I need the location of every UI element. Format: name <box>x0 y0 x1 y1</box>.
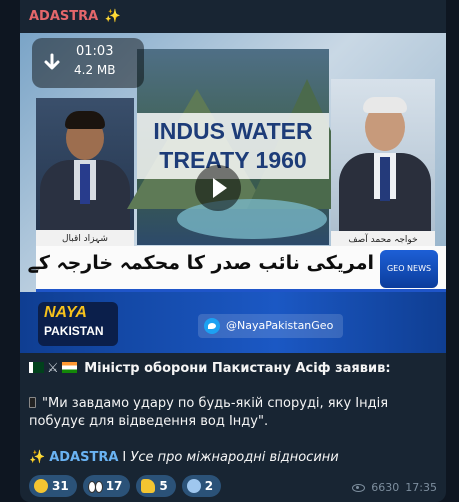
post-quote-text: "Ми завдамо удару по будь-якій споруді, … <box>29 396 389 429</box>
reaction-count: 31 <box>52 479 69 493</box>
pakistan-flag-icon <box>29 362 44 373</box>
treaty-title-line1: INDUS WATER <box>153 118 313 144</box>
download-arrow-icon[interactable] <box>40 52 64 76</box>
post-headline-text: Міністр оборони Пакистану Асіф заявив: <box>84 361 391 376</box>
phone-icon <box>29 397 36 408</box>
reaction-thumbs-up[interactable]: 5 <box>136 475 176 497</box>
reactions-bar: 31 17 5 2 <box>29 475 222 497</box>
video-size: 4.2 MB <box>74 63 116 77</box>
signature-tagline: Усе про міжнародні відносини <box>130 450 339 465</box>
reaction-laugh[interactable]: 31 <box>29 475 77 497</box>
news-ticker: امریکی نائب صدر کا محکمہ خارجہ کے موقف ک… <box>20 246 446 292</box>
channel-name[interactable]: ADASTRA ✨ <box>29 9 121 24</box>
video-duration: 01:03 <box>76 44 114 59</box>
anchor-portrait: شہزاد اقبال <box>36 98 134 248</box>
twitter-icon <box>204 318 220 334</box>
guest-tie <box>380 157 390 201</box>
signature-channel-link[interactable]: ADASTRA <box>49 450 118 465</box>
post-quote: "Ми завдамо удару по будь-якій споруді, … <box>29 395 437 431</box>
post-headline: ⚔ Міністр оборони Пакистану Асіф заявив: <box>29 360 437 378</box>
view-count: 6630 <box>371 481 400 494</box>
views-eye-icon <box>352 483 366 492</box>
india-flag-icon <box>61 362 77 373</box>
guest-hair <box>363 97 407 113</box>
geo-news-logo: GEO NEWS <box>380 250 438 288</box>
show-banner: NAYA PAKISTAN @NayaPakistanGeo <box>20 292 446 353</box>
ticker-text: امریکی نائب صدر کا محکمہ خارجہ کے موقف ک… <box>20 252 374 274</box>
social-handle: @NayaPakistanGeo <box>198 314 344 338</box>
show-logo-line1: NAYA <box>44 304 87 321</box>
reaction-count: 2 <box>204 479 214 493</box>
river-shape <box>177 199 327 239</box>
show-logo-line2: PAKISTAN <box>44 324 104 338</box>
reaction-count: 5 <box>159 479 168 493</box>
sparkle-icon: ✨ <box>29 450 46 465</box>
eyes-emoji-icon <box>87 479 103 493</box>
channel-post: ADASTRA ✨ شہزاد اقبال INDUS WATER TREATY… <box>20 0 446 502</box>
download-badge[interactable]: 01:03 4.2 MB <box>32 38 144 88</box>
reaction-count: 17 <box>105 479 123 493</box>
telegram-chat: ADASTRA ✨ شہزاد اقبال INDUS WATER TREATY… <box>0 0 459 502</box>
play-icon[interactable] <box>195 165 241 211</box>
post-signature: ✨ ADASTRA I Усе про міжнародні відносини <box>29 449 437 467</box>
social-handle-text: @NayaPakistanGeo <box>226 319 334 332</box>
naya-pakistan-logo: NAYA PAKISTAN <box>38 302 118 346</box>
reaction-eyes[interactable]: 17 <box>82 475 131 497</box>
sparkle-icon: ✨ <box>104 9 121 24</box>
treaty-graphic: INDUS WATER TREATY 1960 <box>127 49 367 245</box>
crossed-swords-icon: ⚔ <box>47 361 59 376</box>
channel-name-text: ADASTRA <box>29 9 99 24</box>
guest-portrait: خواجہ محمد آصف <box>331 79 435 249</box>
laugh-emoji-icon <box>34 479 48 493</box>
anchor-tie <box>80 164 90 204</box>
treaty-title: INDUS WATER TREATY 1960 <box>137 113 329 179</box>
thumbs-up-emoji-icon <box>141 479 156 493</box>
post-meta: 6630 17:35 <box>352 481 437 494</box>
reaction-scream[interactable]: 2 <box>181 475 222 497</box>
anchor-hair <box>65 111 105 129</box>
video-preview[interactable]: شہزاد اقبال INDUS WATER TREATY 1960 خواج… <box>20 33 446 353</box>
signature-separator: I <box>122 450 127 465</box>
scream-emoji-icon <box>186 479 201 493</box>
post-time: 17:35 <box>405 481 437 494</box>
